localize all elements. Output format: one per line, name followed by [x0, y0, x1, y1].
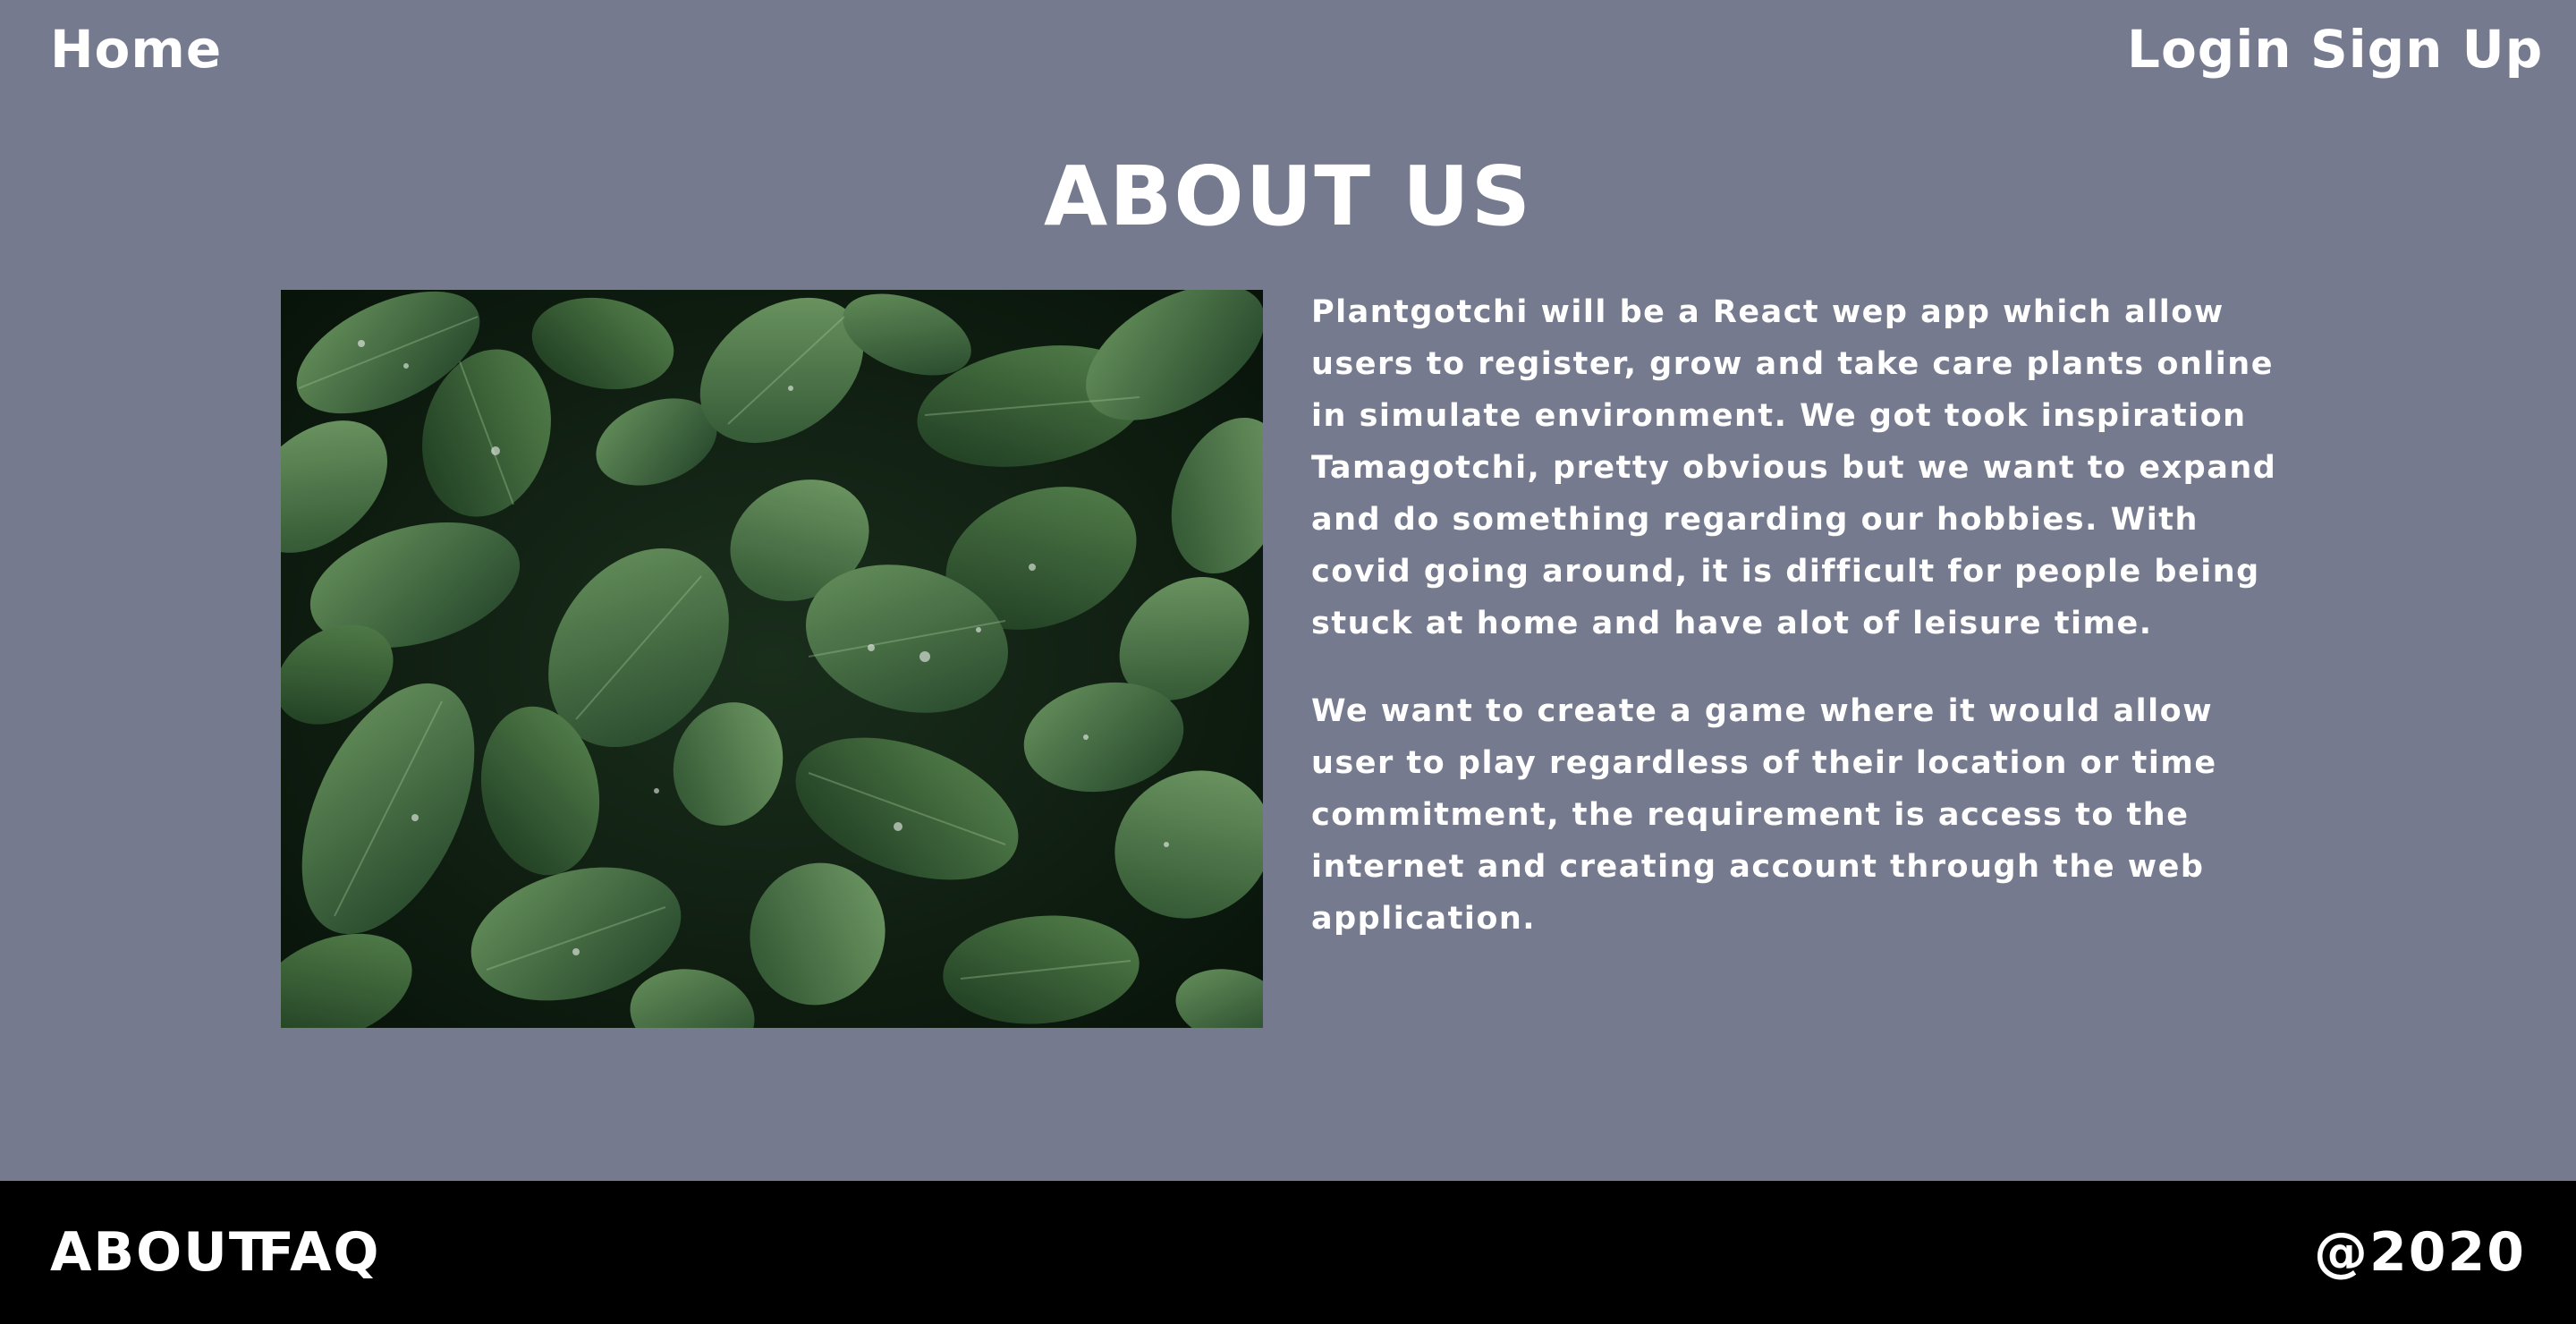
signup-link[interactable]: Sign Up — [2310, 18, 2543, 81]
footer: ABOUT FAQ @2020 — [0, 1181, 2576, 1324]
top-nav: Home Login Sign Up — [0, 0, 2576, 98]
page-title: ABOUT US — [1044, 149, 1532, 244]
footer-faq-link[interactable]: FAQ — [258, 1217, 381, 1288]
about-text: Plantgotchi will be a React wep app whic… — [1311, 286, 2304, 945]
copyright-text: @2020 — [2314, 1221, 2526, 1284]
about-paragraph-2: We want to create a game where it would … — [1311, 693, 2217, 937]
about-paragraph-1: Plantgotchi will be a React wep app whic… — [1311, 294, 2277, 641]
home-link[interactable]: Home — [50, 18, 222, 81]
footer-about-link[interactable]: ABOUT — [50, 1217, 267, 1288]
leaves-photo — [281, 290, 1263, 1028]
login-link[interactable]: Login — [2127, 18, 2292, 81]
